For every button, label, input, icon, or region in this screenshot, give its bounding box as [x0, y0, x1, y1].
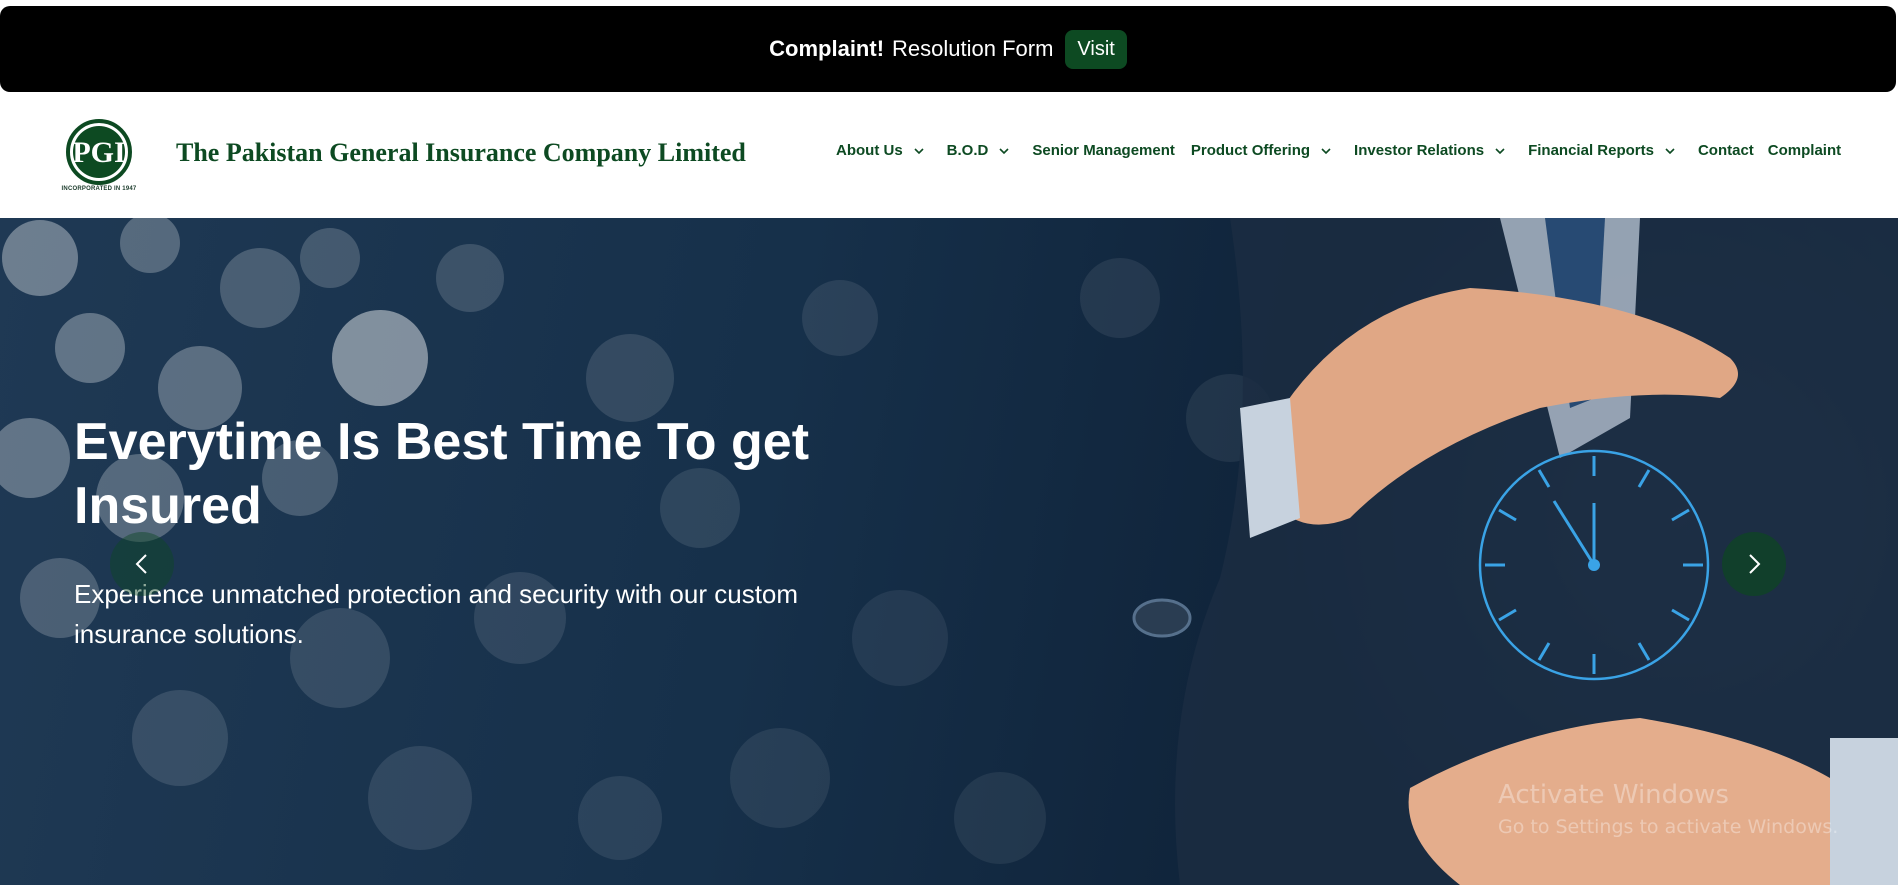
- chevron-down-icon: [914, 147, 924, 154]
- nav-financial-reports[interactable]: Financial Reports: [1528, 142, 1676, 159]
- nav-label: Financial Reports: [1528, 142, 1654, 159]
- windows-activation-watermark: Activate Windows Go to Settings to activ…: [1498, 780, 1838, 838]
- nav-label: Senior Management: [1032, 142, 1175, 159]
- company-name: The Pakistan General Insurance Company L…: [176, 138, 746, 167]
- chevron-left-icon: [135, 554, 147, 574]
- slider-next-button[interactable]: [1722, 532, 1786, 596]
- chevron-right-icon: [1749, 554, 1761, 574]
- nav-about-us[interactable]: About Us: [836, 142, 925, 159]
- main-nav: About Us B.O.D Senior Management Product…: [836, 142, 1841, 159]
- hero-title: Everytime Is Best Time To get Insured: [74, 413, 810, 535]
- nav-label: Product Offering: [1190, 142, 1311, 159]
- nav-complaint[interactable]: Complaint: [1768, 142, 1841, 159]
- slider-prev-button[interactable]: [110, 532, 174, 596]
- nav-label: Contact: [1697, 142, 1754, 159]
- chevron-down-icon: [1495, 147, 1505, 154]
- nav-label: About Us: [836, 142, 903, 159]
- chevron-down-icon: [1321, 147, 1331, 154]
- logo-caption: INCORPORATED IN 1947: [61, 186, 137, 192]
- announcement-bar: Complaint! Resolution Form Visit: [0, 6, 1896, 92]
- chevron-down-icon: [999, 147, 1009, 154]
- hero-slider: Everytime Is Best Time To get Insured Ex…: [0, 218, 1898, 885]
- watermark-line2: Go to Settings to activate Windows.: [1498, 816, 1839, 838]
- watermark-line1: Activate Windows: [1498, 780, 1729, 810]
- site-header: PGI INCORPORATED IN 1947 The Pakistan Ge…: [0, 96, 1898, 218]
- nav-bod[interactable]: B.O.D: [947, 142, 1011, 159]
- announcement-text: Resolution Form: [892, 36, 1054, 61]
- visit-button[interactable]: Visit: [1065, 29, 1127, 69]
- logo-text: PGI: [72, 136, 125, 169]
- hero-subtitle: Experience unmatched protection and secu…: [74, 579, 799, 649]
- nav-senior-management[interactable]: Senior Management: [1032, 142, 1175, 159]
- chevron-down-icon: [1665, 147, 1675, 154]
- nav-label: Complaint: [1767, 142, 1842, 159]
- nav-product-offering[interactable]: Product Offering: [1191, 142, 1332, 159]
- nav-investor-relations[interactable]: Investor Relations: [1354, 142, 1506, 159]
- announcement-strong: Complaint!: [769, 36, 885, 61]
- nav-contact[interactable]: Contact: [1698, 142, 1754, 159]
- nav-label: B.O.D: [946, 142, 989, 159]
- nav-label: Investor Relations: [1354, 142, 1485, 159]
